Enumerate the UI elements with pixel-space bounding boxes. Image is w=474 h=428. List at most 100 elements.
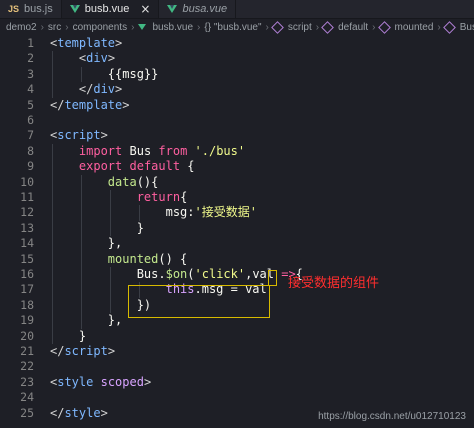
code-line[interactable]: 1 <template> xyxy=(0,36,474,51)
code-token: export xyxy=(78,159,123,174)
vue-file-icon xyxy=(167,5,178,13)
indent-guide xyxy=(80,297,82,314)
code-line[interactable]: 6 xyxy=(0,113,474,128)
line-code: } xyxy=(50,329,86,344)
tab-busb-vue[interactable]: busb.vue × xyxy=(61,0,160,18)
breadcrumb-item-folder[interactable]: components xyxy=(73,22,127,33)
close-icon[interactable]: × xyxy=(140,2,150,16)
code-editor[interactable]: 1 <template> 2 <div> 3 {{msg}} 4 </div> 5 </te… xyxy=(0,36,474,428)
code-token: script xyxy=(64,344,108,358)
tab-label: bus.js xyxy=(24,3,53,15)
indent-guide xyxy=(80,205,82,221)
code-token: > xyxy=(143,374,152,389)
breadcrumb-item-file[interactable]: busb.vue xyxy=(138,22,193,33)
tab-busa-vue[interactable]: busa.vue xyxy=(159,0,237,18)
code-line[interactable]: 11 return{ xyxy=(0,190,474,206)
line-code: }, xyxy=(50,236,122,251)
code-line[interactable]: 13 } xyxy=(0,220,474,237)
tab-label: busa.vue xyxy=(182,3,228,15)
chevron-right-icon: › xyxy=(437,21,441,33)
method-icon xyxy=(377,20,391,34)
line-number: 18 xyxy=(20,297,34,312)
indent-guide xyxy=(109,205,111,221)
tab-bus-js[interactable]: JS bus.js xyxy=(0,0,62,18)
indent-guide xyxy=(80,282,82,298)
indent-guide xyxy=(52,236,53,252)
code-token: </ xyxy=(50,405,65,420)
code-line[interactable]: 16 Bus.$on('click',val =>{ xyxy=(0,267,474,283)
line-code: <style scoped> xyxy=(50,375,151,390)
indent-guide xyxy=(80,66,82,83)
code-token: </ xyxy=(78,82,94,97)
code-line[interactable]: 21 </script> xyxy=(0,344,474,359)
line-code: </div> xyxy=(50,82,122,97)
line-number: 16 xyxy=(20,267,34,281)
code-token: > xyxy=(107,344,116,358)
code-token: > xyxy=(115,82,123,97)
symbol-icon xyxy=(271,20,284,34)
code-token: (){ xyxy=(136,174,159,189)
code-token: > xyxy=(100,128,108,143)
indent-guide xyxy=(109,220,111,237)
code-token: './bus' xyxy=(194,143,246,158)
indent-guide xyxy=(52,220,53,237)
breadcrumb-item-symbol[interactable]: Bus.$on('click') xyxy=(442,20,474,34)
code-line[interactable]: 22 xyxy=(0,359,474,374)
breadcrumb-item-folder[interactable]: demo2 xyxy=(6,22,37,33)
code-line[interactable]: 14 }, xyxy=(0,236,474,252)
indent-guide xyxy=(52,251,53,267)
code-token: Bus xyxy=(122,143,159,158)
code-line[interactable]: 12 msg:'接受数据' xyxy=(0,205,474,221)
breadcrumb-item-symbol[interactable]: mounted xyxy=(377,20,433,34)
tab-label: busb.vue xyxy=(84,3,130,15)
line-number: 19 xyxy=(20,313,34,328)
method-icon xyxy=(442,20,456,34)
line-number: 7 xyxy=(27,128,34,143)
indent-guide xyxy=(109,267,111,283)
line-number: 22 xyxy=(20,359,34,374)
code-line[interactable]: 3 {{msg}} xyxy=(0,66,474,83)
breadcrumb: demo2 › src › components › busb.vue › {}… xyxy=(0,19,474,35)
code-line[interactable]: 24 xyxy=(0,390,474,405)
code-line[interactable]: 10 data(){ xyxy=(0,174,474,190)
indent-guide xyxy=(52,82,53,98)
line-number: 17 xyxy=(20,282,34,297)
code-line[interactable]: 23 <style scoped> xyxy=(0,375,474,390)
code-line[interactable]: 4 </div> xyxy=(0,82,474,98)
line-number: 23 xyxy=(20,374,34,389)
breadcrumb-item-symbol[interactable]: default xyxy=(321,20,368,34)
symbol-icon xyxy=(321,20,334,34)
line-number: 11 xyxy=(20,190,34,204)
line-number: 8 xyxy=(27,143,34,158)
breadcrumb-item-symbol[interactable]: {} "busb.vue" xyxy=(204,22,261,33)
code-line[interactable]: 8 import Bus from './bus' xyxy=(0,143,474,160)
code-line[interactable]: 5 </template> xyxy=(0,98,474,113)
code-token: > xyxy=(115,36,123,50)
code-line[interactable]: 7 <script> xyxy=(0,128,474,143)
indent-guide xyxy=(80,174,82,190)
line-number: 4 xyxy=(27,82,34,97)
chevron-right-icon: › xyxy=(372,21,376,33)
code-token: Bus. xyxy=(50,267,166,281)
indent-guide xyxy=(138,205,140,221)
code-line[interactable]: 9 export default { xyxy=(0,159,474,175)
code-token: style xyxy=(64,405,101,420)
breadcrumb-item-folder[interactable]: src xyxy=(48,22,61,33)
breadcrumb-item-symbol[interactable]: script xyxy=(271,20,312,34)
code-line[interactable]: 2 <div> xyxy=(0,51,474,67)
line-number: 2 xyxy=(27,51,34,66)
code-line[interactable]: 15 mounted() { xyxy=(0,251,474,267)
indent-guide xyxy=(52,297,53,314)
code-token: template xyxy=(57,36,116,50)
chevron-right-icon: › xyxy=(197,21,201,33)
code-line[interactable]: 20 } xyxy=(0,328,474,344)
code-token: { xyxy=(180,159,195,174)
code-token: } xyxy=(50,328,87,343)
line-code: } xyxy=(50,221,144,236)
line-code: </template> xyxy=(50,98,129,113)
